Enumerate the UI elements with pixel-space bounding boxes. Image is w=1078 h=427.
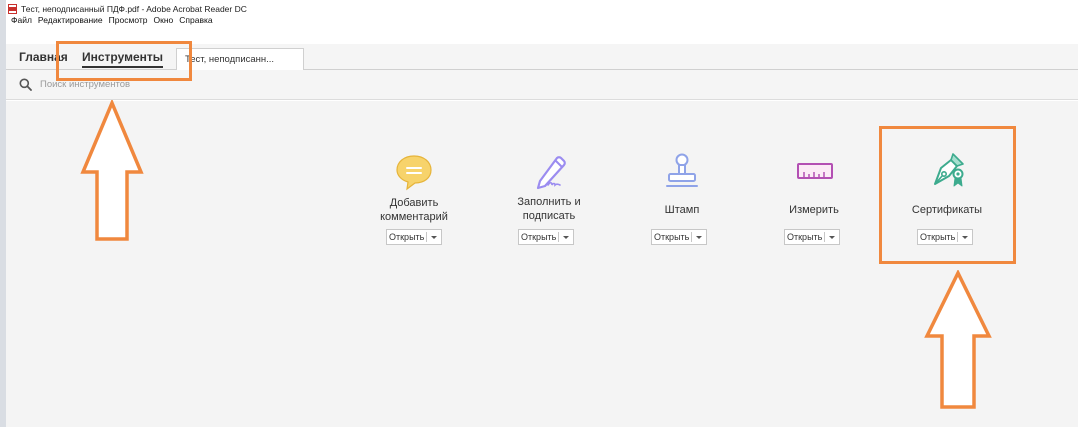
pen-sign-icon[interactable] <box>530 151 570 191</box>
tool-label-line: комментарий <box>380 211 448 223</box>
open-stamp-button[interactable]: Открыть <box>651 229 707 245</box>
comment-bubble-icon[interactable] <box>394 152 434 192</box>
button-separator <box>691 232 693 242</box>
annotation-arrow-up-icon <box>924 270 992 409</box>
chevron-down-icon[interactable] <box>696 235 703 239</box>
open-button-label: Открыть <box>389 232 425 242</box>
menu-bar: Файл Редактирование Просмотр Окно Справк… <box>11 15 219 27</box>
menu-window[interactable]: Окно <box>154 15 174 27</box>
chevron-down-icon[interactable] <box>563 235 570 239</box>
open-comment-button[interactable]: Открыть <box>386 229 442 245</box>
open-button-label: Открыть <box>654 232 690 242</box>
tool-label-line: Заполнить и <box>517 196 581 208</box>
tab-document[interactable]: Тест, неподписанн... <box>176 48 304 70</box>
open-button-label: Открыть <box>521 232 557 242</box>
button-separator <box>824 232 826 242</box>
tool-label-line: Измерить <box>789 204 839 216</box>
button-separator <box>558 232 560 242</box>
menu-help[interactable]: Справка <box>179 15 212 27</box>
tool-label-stamp: Штамп <box>622 203 742 217</box>
tool-label-line: подписать <box>522 210 576 222</box>
menu-edit[interactable]: Редактирование <box>38 15 103 27</box>
chevron-down-icon[interactable] <box>431 235 438 239</box>
button-separator <box>426 232 428 242</box>
tool-label-measure: Измерить <box>754 203 874 217</box>
pdf-file-icon <box>8 4 17 14</box>
window-title-bar: Тест, неподписанный ПДФ.pdf - Adobe Acro… <box>8 3 247 15</box>
menu-view[interactable]: Просмотр <box>109 15 148 27</box>
search-icon <box>19 78 32 91</box>
stamp-icon[interactable] <box>662 151 702 191</box>
chevron-down-icon[interactable] <box>829 235 836 239</box>
tool-label-line: Штамп <box>664 204 700 216</box>
tool-label-fill-sign: Заполнить и подписать <box>489 195 609 223</box>
open-measure-button[interactable]: Открыть <box>784 229 840 245</box>
tool-label-line: Добавить <box>389 197 439 209</box>
annotation-arrow-up-icon <box>80 100 144 241</box>
open-button-label: Открыть <box>787 232 823 242</box>
menu-file[interactable]: Файл <box>11 15 32 27</box>
tool-label-comment: Добавить комментарий <box>354 196 474 224</box>
highlight-box-tools-tab <box>56 41 192 81</box>
ruler-icon[interactable] <box>795 151 835 191</box>
window-title: Тест, неподписанный ПДФ.pdf - Adobe Acro… <box>21 4 247 14</box>
open-fill-sign-button[interactable]: Открыть <box>518 229 574 245</box>
highlight-box-certificates <box>879 126 1016 264</box>
